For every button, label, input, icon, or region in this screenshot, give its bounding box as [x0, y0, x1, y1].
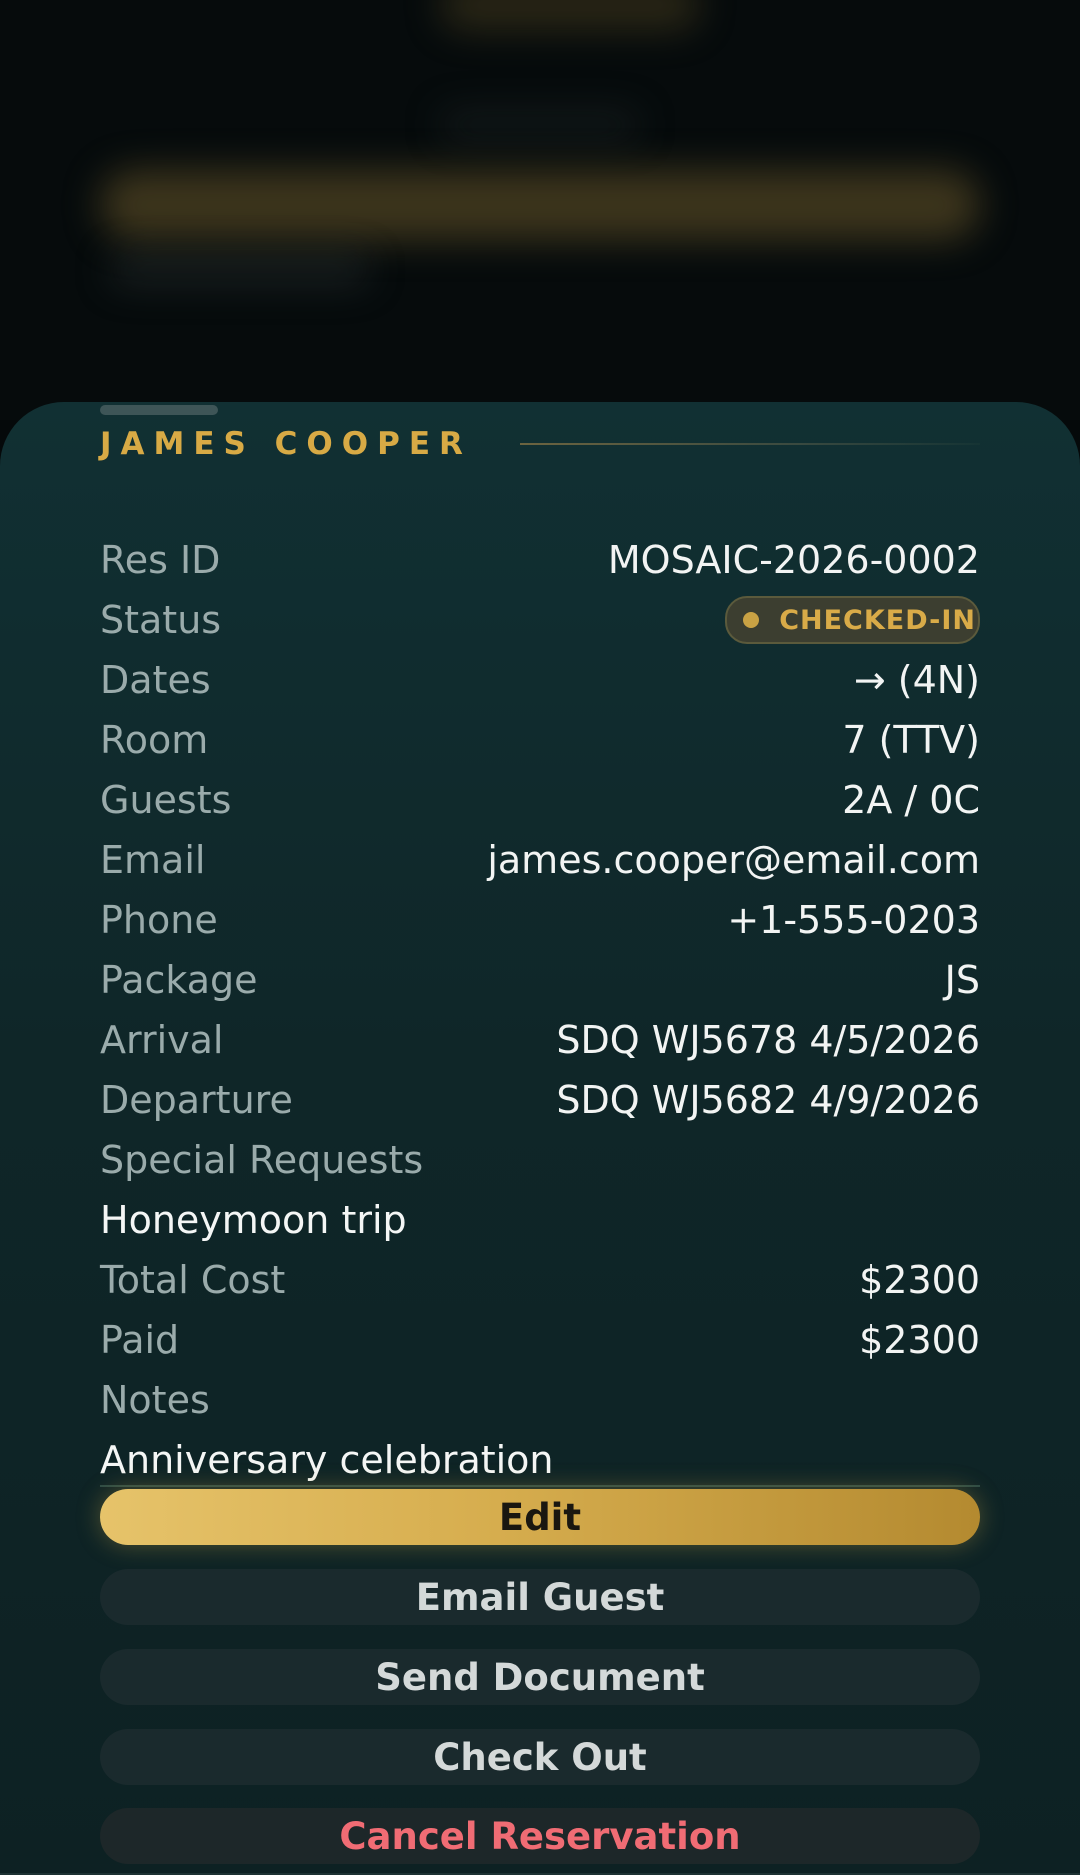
package-value: JS [944, 958, 980, 1002]
dates-value: → (4N) [853, 658, 980, 702]
detail-row-dates: Dates → (4N) [100, 650, 980, 710]
cancel-reservation-button[interactable]: Cancel Reservation [100, 1808, 980, 1864]
paid-value: $2300 [859, 1318, 980, 1362]
detail-row-special-requests: Special Requests [100, 1130, 980, 1190]
status-dot-icon [743, 612, 760, 628]
check-out-button[interactable]: Check Out [100, 1729, 980, 1785]
detail-row-arrival: Arrival SDQ WJ5678 4/5/2026 [100, 1010, 980, 1070]
detail-label: Total Cost [100, 1258, 286, 1302]
blurred-glow [440, 110, 640, 140]
detail-row-paid: Paid $2300 [100, 1310, 980, 1370]
guest-name: JAMES COOPER [100, 426, 472, 462]
reservation-detail-sheet: JAMES COOPER Res ID MOSAIC-2026-0002 Sta… [0, 402, 1080, 1875]
status-badge-text: CHECKED-IN [779, 604, 976, 636]
detail-label: Departure [100, 1078, 293, 1122]
detail-label: Special Requests [100, 1138, 424, 1182]
detail-label: Room [100, 718, 209, 762]
guest-header: JAMES COOPER [100, 422, 980, 466]
detail-label: Status [100, 598, 222, 642]
detail-label: Res ID [100, 538, 221, 582]
detail-label: Arrival [100, 1018, 224, 1062]
blurred-glow [100, 170, 980, 240]
blurred-glow [110, 255, 370, 285]
detail-row-package: Package JS [100, 950, 980, 1010]
status-badge: CHECKED-IN [725, 596, 980, 644]
detail-row-notes: Notes [100, 1370, 980, 1430]
detail-row-status: Status CHECKED-IN [100, 590, 980, 650]
detail-row-room: Room 7 (TTV) [100, 710, 980, 770]
detail-label: Notes [100, 1378, 210, 1422]
header-divider [519, 443, 980, 445]
notes-value: Anniversary celebration [100, 1438, 554, 1482]
guests-value: 2A / 0C [842, 778, 980, 822]
phone-value: +1-555-0203 [727, 898, 980, 942]
sheet-grabber[interactable] [100, 405, 218, 415]
detail-label: Package [100, 958, 258, 1002]
departure-value: SDQ WJ5682 4/9/2026 [556, 1078, 980, 1122]
email-value: james.cooper@email.com [487, 838, 980, 882]
email-guest-button[interactable]: Email Guest [100, 1569, 980, 1625]
detail-row-email: Email james.cooper@email.com [100, 830, 980, 890]
detail-label: Dates [100, 658, 211, 702]
detail-label: Email [100, 838, 206, 882]
special-requests-value: Honeymoon trip [100, 1198, 407, 1242]
detail-label: Paid [100, 1318, 180, 1362]
room-value: 7 (TTV) [842, 718, 980, 762]
detail-row-departure: Departure SDQ WJ5682 4/9/2026 [100, 1070, 980, 1130]
total-cost-value: $2300 [859, 1258, 980, 1302]
res-id-value: MOSAIC-2026-0002 [607, 538, 980, 582]
detail-label: Phone [100, 898, 218, 942]
detail-label: Guests [100, 778, 232, 822]
actions-divider [100, 1485, 980, 1487]
arrival-value: SDQ WJ5678 4/5/2026 [556, 1018, 980, 1062]
detail-row-phone: Phone +1-555-0203 [100, 890, 980, 950]
send-document-button[interactable]: Send Document [100, 1649, 980, 1705]
detail-row-guests: Guests 2A / 0C [100, 770, 980, 830]
blurred-glow [440, 0, 700, 30]
edit-button[interactable]: Edit [100, 1489, 980, 1545]
reservation-details: Res ID MOSAIC-2026-0002 Status CHECKED-I… [100, 530, 980, 1490]
detail-row-total-cost: Total Cost $2300 [100, 1250, 980, 1310]
blurred-background [0, 0, 1080, 420]
detail-row-res-id: Res ID MOSAIC-2026-0002 [100, 530, 980, 590]
